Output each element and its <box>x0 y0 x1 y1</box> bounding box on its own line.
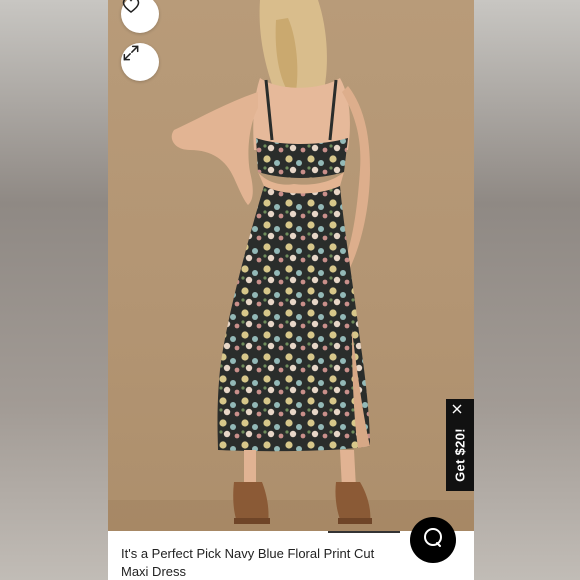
product-panel: Get $20! It's a Perfect Pick Navy Blue F… <box>108 0 474 580</box>
close-icon[interactable] <box>452 404 468 420</box>
product-title-line-2: Maxi Dress <box>121 564 187 579</box>
promo-label[interactable]: Get $20! <box>453 428 468 482</box>
model-illustration <box>108 0 474 531</box>
chat-bubble-icon <box>420 525 446 556</box>
expand-image-button[interactable] <box>121 43 159 81</box>
backdrop-right <box>474 0 580 580</box>
product-image[interactable]: Get $20! <box>108 0 474 531</box>
backdrop-left <box>0 0 108 580</box>
chat-button[interactable] <box>410 517 456 563</box>
product-title-line-1: It's a Perfect Pick Navy Blue Floral Pri… <box>121 546 375 561</box>
product-title: It's a Perfect Pick Navy Blue Floral Pri… <box>121 545 421 580</box>
promo-tab[interactable]: Get $20! <box>446 399 474 491</box>
gallery-indicator <box>328 531 400 533</box>
